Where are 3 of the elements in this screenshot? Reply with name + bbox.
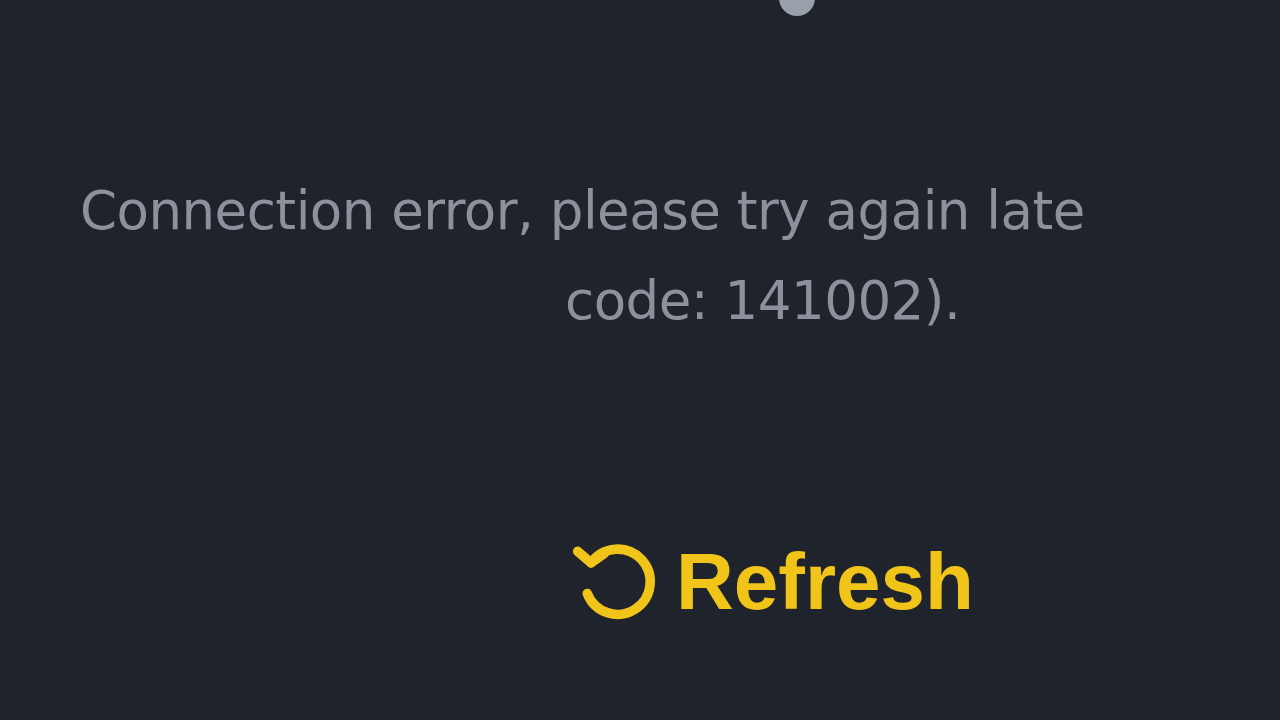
refresh-button[interactable]: Refresh: [570, 536, 974, 628]
error-message-line: code: 141002).: [565, 269, 961, 333]
error-message-line: Connection error, please try again late: [80, 179, 1085, 243]
